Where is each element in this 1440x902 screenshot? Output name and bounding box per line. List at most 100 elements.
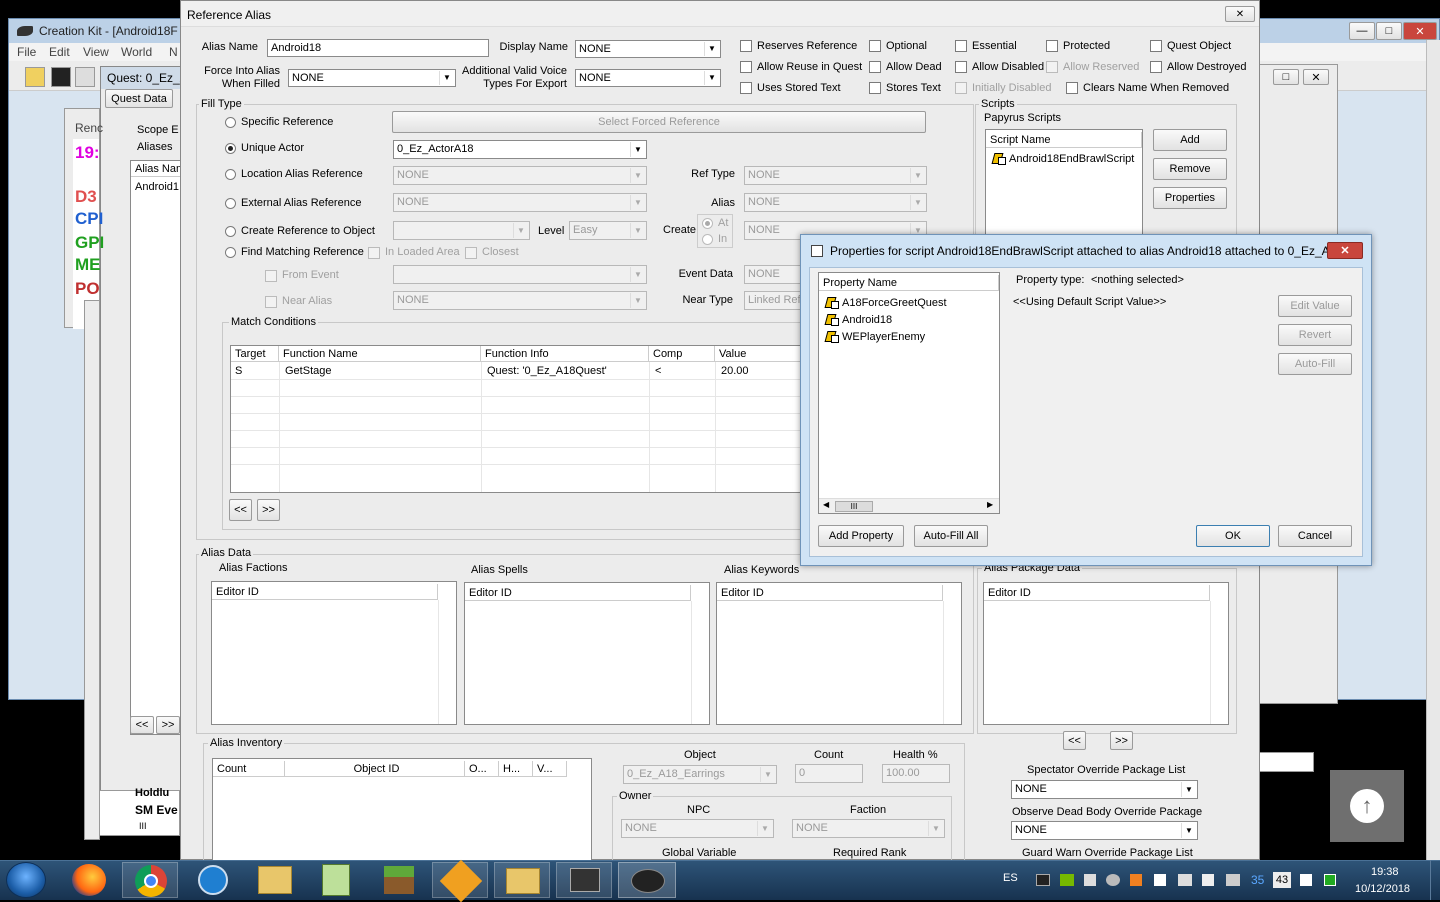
alias-spells-list[interactable]: Editor ID: [464, 582, 710, 725]
puzzle-app-icon[interactable]: [432, 859, 488, 902]
package-editor-id-header[interactable]: Editor ID: [984, 585, 1210, 601]
property-item[interactable]: Android18: [821, 312, 999, 328]
menu-world[interactable]: World: [121, 45, 152, 59]
allow-dead-checkbox[interactable]: [869, 61, 881, 73]
ok-button[interactable]: OK: [1196, 525, 1270, 547]
bg-restore-button[interactable]: □: [1273, 69, 1299, 85]
activity-monitor-icon[interactable]: [198, 865, 228, 895]
tray-green-icon[interactable]: [1324, 874, 1336, 886]
property-list-hscrollbar[interactable]: ◀ III ▶: [819, 498, 999, 513]
force-into-select[interactable]: NONE ▼: [288, 69, 456, 87]
clears-name-checkbox[interactable]: [1066, 82, 1078, 94]
alias-factions-list[interactable]: Editor ID: [211, 581, 457, 725]
header-function-name[interactable]: Function Name: [279, 346, 481, 362]
package-next-button[interactable]: >>: [1110, 731, 1133, 750]
script-name-header[interactable]: Script Name: [986, 132, 1142, 148]
language-indicator[interactable]: ES: [1003, 872, 1018, 884]
start-orb-icon[interactable]: [6, 862, 46, 898]
script-properties-button[interactable]: Properties: [1153, 187, 1227, 209]
aliases-list[interactable]: Alias Nam Android1: [130, 160, 182, 735]
header-function-info[interactable]: Function Info: [481, 346, 649, 362]
alias-name-header[interactable]: Alias Nam: [131, 161, 181, 177]
open-icon[interactable]: [25, 67, 45, 87]
create-reference-radio[interactable]: [225, 226, 236, 237]
inv-header-count[interactable]: Count: [213, 761, 285, 777]
firefox-icon[interactable]: [72, 864, 106, 896]
cancel-button[interactable]: Cancel: [1278, 525, 1352, 547]
notepad-plus-icon[interactable]: [322, 864, 350, 896]
cell-value[interactable]: 20.00: [717, 363, 801, 379]
creation-kit-icon[interactable]: [618, 862, 676, 898]
spectator-override-select[interactable]: NONE ▼: [1011, 780, 1198, 799]
inv-header-h[interactable]: H...: [499, 761, 533, 777]
keywords-editor-id-header[interactable]: Editor ID: [717, 585, 943, 601]
cell-comp[interactable]: <: [651, 363, 715, 379]
alias-keywords-list[interactable]: Editor ID: [716, 582, 962, 725]
quest-object-checkbox[interactable]: [1150, 40, 1162, 52]
display-name-select[interactable]: NONE ▼: [575, 40, 721, 58]
allow-destroyed-checkbox[interactable]: [1150, 61, 1162, 73]
tray-shield-icon[interactable]: [1130, 874, 1142, 886]
protected-checkbox[interactable]: [1046, 40, 1058, 52]
minecraft-icon[interactable]: [384, 866, 414, 894]
location-alias-radio[interactable]: [225, 169, 236, 180]
voice-select[interactable]: NONE ▼: [575, 69, 721, 87]
save-icon[interactable]: [51, 67, 71, 87]
tray-blue-number[interactable]: 35: [1251, 873, 1264, 887]
tray-flag-icon[interactable]: [1300, 874, 1312, 886]
stores-text-checkbox[interactable]: [869, 82, 881, 94]
scripts-list[interactable]: Script Name Android18EndBrawlScript: [985, 129, 1143, 241]
reference-alias-close-button[interactable]: ✕: [1225, 6, 1255, 22]
bottom-scroll-thumb[interactable]: III: [139, 821, 147, 831]
tray-monitor-icon[interactable]: [1036, 874, 1050, 886]
allow-disabled-checkbox[interactable]: [955, 61, 967, 73]
aliases-prev-button[interactable]: <<: [130, 716, 154, 734]
spells-editor-id-header[interactable]: Editor ID: [465, 585, 691, 601]
property-item[interactable]: A18ForceGreetQuest: [821, 295, 999, 311]
external-alias-radio[interactable]: [225, 198, 236, 209]
menu-more[interactable]: N: [169, 45, 178, 59]
alias-inventory-table[interactable]: Count Object ID O... H... V...: [212, 758, 592, 862]
header-comp[interactable]: Comp: [649, 346, 715, 362]
alias-package-list[interactable]: Editor ID: [983, 582, 1229, 725]
property-name-header[interactable]: Property Name: [819, 275, 999, 291]
header-target[interactable]: Target: [231, 346, 279, 362]
add-property-button[interactable]: Add Property: [818, 525, 904, 547]
scroll-to-top-button[interactable]: ↑: [1330, 770, 1404, 842]
tray-cursor-icon[interactable]: [1084, 874, 1096, 886]
alias-name-field[interactable]: Android18: [267, 39, 489, 57]
auto-fill-all-button[interactable]: Auto-Fill All: [914, 525, 988, 547]
right-scrollbar[interactable]: [1426, 40, 1440, 860]
remove-script-button[interactable]: Remove: [1153, 158, 1227, 180]
specific-reference-radio[interactable]: [225, 117, 236, 128]
tray-nvidia-icon[interactable]: [1060, 874, 1074, 886]
allow-reuse-checkbox[interactable]: [740, 61, 752, 73]
menu-edit[interactable]: Edit: [49, 45, 70, 59]
cell-target[interactable]: S: [231, 363, 279, 379]
clock-date[interactable]: 10/12/2018: [1355, 883, 1410, 895]
factions-editor-id-header[interactable]: Editor ID: [212, 584, 438, 600]
main-close-button[interactable]: ✕: [1403, 22, 1437, 40]
essential-checkbox[interactable]: [955, 40, 967, 52]
tab-quest-data[interactable]: Quest Data: [105, 89, 173, 108]
property-list[interactable]: Property Name A18ForceGreetQuest Android…: [818, 272, 1000, 514]
tray-badge[interactable]: 43: [1273, 872, 1291, 888]
scroll-right-icon[interactable]: ▶: [987, 500, 993, 509]
tray-network-icon[interactable]: [1154, 874, 1166, 886]
tray-signal-icon[interactable]: [1226, 874, 1240, 886]
tray-fan-icon[interactable]: [1106, 874, 1120, 886]
uses-stored-text-checkbox[interactable]: [740, 82, 752, 94]
file-explorer-icon[interactable]: [258, 866, 292, 894]
tray-volume-icon[interactable]: [1202, 874, 1214, 886]
bg-close-button[interactable]: ✕: [1303, 69, 1329, 85]
cell-function-info[interactable]: Quest: '0_Ez_A18Quest': [483, 363, 649, 379]
add-script-button[interactable]: Add: [1153, 129, 1227, 151]
menu-view[interactable]: View: [83, 45, 109, 59]
properties-close-button[interactable]: ✕: [1327, 242, 1363, 259]
property-list-scroll-thumb[interactable]: III: [835, 501, 873, 512]
chrome-icon[interactable]: [122, 862, 178, 898]
conditions-next-button[interactable]: >>: [257, 499, 280, 521]
clock-time[interactable]: 19:38: [1371, 866, 1399, 878]
observe-override-select[interactable]: NONE ▼: [1011, 821, 1198, 840]
alias-row[interactable]: Android1: [131, 179, 181, 195]
